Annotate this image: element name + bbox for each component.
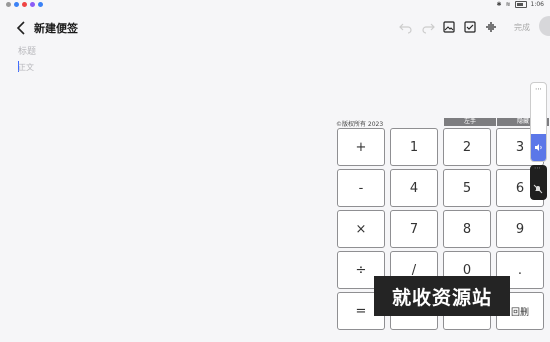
insert-image-button[interactable] bbox=[441, 19, 457, 35]
watermark-banner: 就收资源站 bbox=[374, 276, 510, 316]
page-title: 新建便签 bbox=[34, 22, 78, 35]
key-2[interactable]: 2 bbox=[443, 128, 491, 166]
notification-icon bbox=[14, 2, 19, 7]
checkbox-icon bbox=[464, 21, 476, 33]
key-4[interactable]: 4 bbox=[390, 169, 438, 207]
wifi-icon bbox=[6, 2, 11, 7]
back-button[interactable] bbox=[14, 19, 30, 37]
key-9[interactable]: 9 bbox=[496, 210, 544, 248]
left-hand-tab[interactable]: 左手 bbox=[444, 118, 496, 126]
note-body-input[interactable]: 正文 bbox=[18, 62, 34, 73]
volume-level[interactable] bbox=[531, 134, 546, 161]
clock-text: 1:06 bbox=[530, 1, 544, 8]
signal-icon: ≋ bbox=[505, 1, 511, 8]
speaker-icon bbox=[535, 144, 542, 151]
mute-panel[interactable]: ⋯ bbox=[530, 164, 547, 200]
key-multiply[interactable]: × bbox=[337, 210, 385, 248]
key-plus[interactable]: + bbox=[337, 128, 385, 166]
waveform-icon bbox=[486, 22, 496, 32]
key-5[interactable]: 5 bbox=[443, 169, 491, 207]
bluetooth-icon: ✱ bbox=[496, 1, 502, 8]
key-7[interactable]: 7 bbox=[390, 210, 438, 248]
volume-slider-panel[interactable]: ⋯ bbox=[530, 82, 547, 162]
status-icons-right: ✱ ≋ 1:06 bbox=[496, 1, 544, 8]
key-8[interactable]: 8 bbox=[443, 210, 491, 248]
avatar[interactable] bbox=[539, 16, 550, 36]
status-bar: ✱ ≋ 1:06 bbox=[0, 0, 550, 10]
notification-icon bbox=[22, 2, 27, 7]
note-title-input[interactable]: 标题 bbox=[18, 44, 36, 57]
image-icon bbox=[443, 21, 455, 33]
voice-input-button[interactable] bbox=[483, 19, 499, 35]
redo-icon bbox=[422, 23, 435, 34]
more-icon: ⋯ bbox=[534, 164, 541, 172]
checklist-button[interactable] bbox=[462, 19, 478, 35]
key-1[interactable]: 1 bbox=[390, 128, 438, 166]
key-minus[interactable]: - bbox=[337, 169, 385, 207]
redo-button[interactable] bbox=[420, 19, 436, 35]
battery-icon bbox=[514, 1, 527, 8]
status-icons-left bbox=[6, 2, 43, 7]
note-toolbar: 新建便签 完成 bbox=[0, 14, 550, 42]
mute-bell-icon bbox=[533, 184, 543, 194]
undo-icon bbox=[399, 23, 412, 34]
done-button[interactable]: 完成 bbox=[514, 22, 530, 33]
notification-icon bbox=[30, 2, 35, 7]
notification-icon bbox=[38, 2, 43, 7]
undo-button[interactable] bbox=[398, 19, 414, 35]
more-icon: ⋯ bbox=[535, 85, 542, 93]
chevron-left-icon bbox=[16, 21, 25, 35]
